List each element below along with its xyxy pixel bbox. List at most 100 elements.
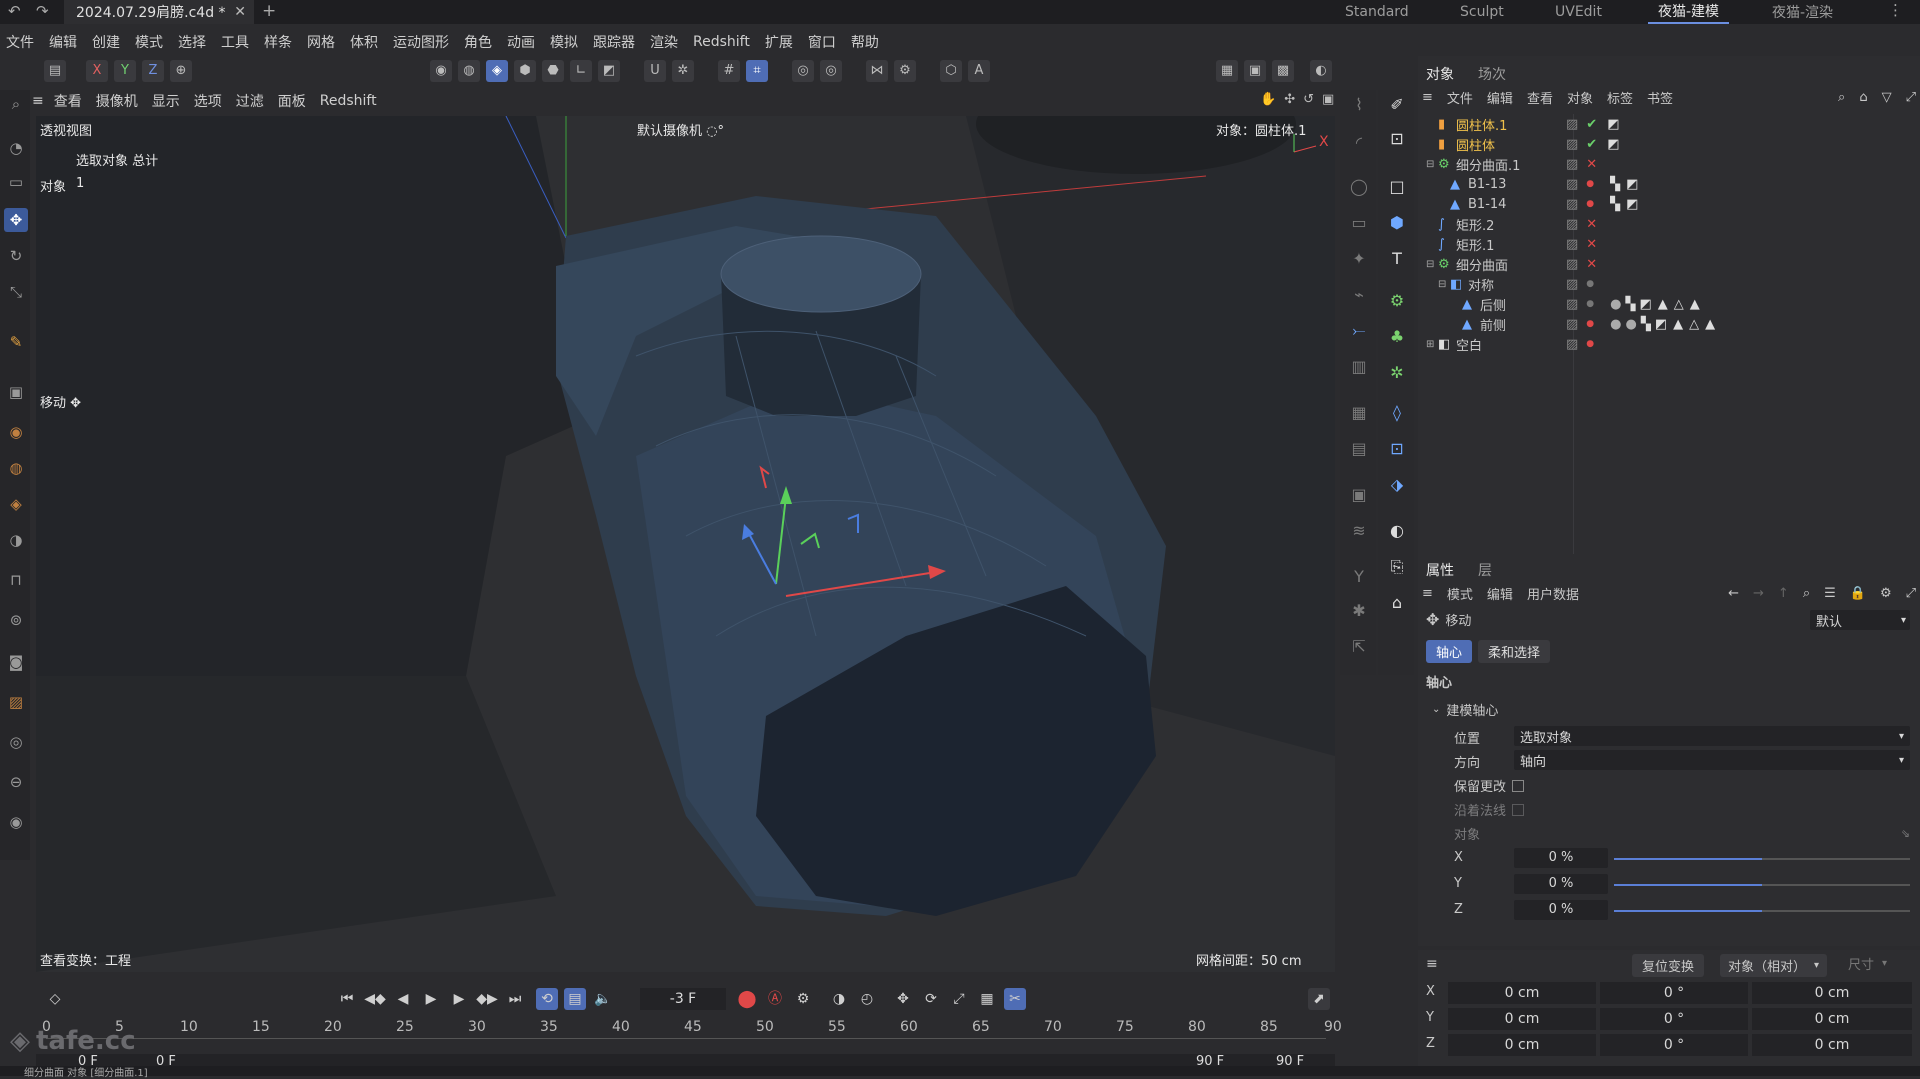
coord-menu-icon[interactable]: ≡ [1426,956,1438,972]
magnet-icon[interactable]: U [644,60,666,82]
prev-frame-icon[interactable]: ◀ [392,988,414,1010]
spline-arc-icon[interactable]: ◜ [1346,130,1372,156]
deformer-wave-icon[interactable]: ≋ [1346,518,1372,544]
viewport-menu-options[interactable]: 选项 [194,91,222,111]
subdivision-icon[interactable]: ⚙ [1384,288,1410,314]
object-menu-bookmarks[interactable]: 书签 [1647,88,1673,107]
layer-icon[interactable]: ▨ [1566,297,1578,312]
point-mode-icon[interactable]: ◍ [458,60,480,82]
object-expand-icon[interactable]: ⤢ [1906,90,1916,105]
menu-mograph[interactable]: 运动图形 [393,32,449,52]
layout-tab-standard[interactable]: Standard [1345,0,1409,24]
along-normal-checkbox[interactable] [1512,803,1525,816]
expand-icon[interactable]: ⊟ [1426,159,1438,170]
object-menu-hamburger-icon[interactable]: ≡ [1422,90,1433,105]
attr-settings-icon[interactable]: ⚙ [1880,586,1892,601]
disabled-x-icon[interactable]: ✕ [1586,257,1597,272]
visibility-dot-icon[interactable]: ● [1586,299,1594,309]
bridge-icon[interactable]: ⊓ [4,568,28,592]
attr-menu-mode[interactable]: 模式 [1447,584,1473,603]
weld-icon[interactable]: ◎ [4,730,28,754]
up-arrow-icon[interactable]: ↑ [1778,586,1789,601]
material-tag-icon[interactable]: ▚ [1610,197,1620,212]
axis-x-toggle[interactable]: X [86,60,108,82]
link-arrow-icon[interactable]: ⇘ [1901,827,1910,840]
spline-pen-icon[interactable]: ⌇ [1346,92,1372,118]
layer-icon[interactable]: ▨ [1566,237,1578,252]
view-settings-icon[interactable]: ◉ [4,810,28,834]
menu-file[interactable]: 文件 [6,32,34,52]
subtab-soft-selection[interactable]: 柔和选择 [1478,640,1551,663]
menu-character[interactable]: 角色 [464,32,492,52]
spline-grid-icon[interactable]: ▥ [1346,354,1372,380]
object-row[interactable]: ⊞ ◧ 空白 ▨ ● [1418,334,1920,354]
direction-dropdown[interactable]: 轴向 ▾ [1514,750,1910,770]
workplane-icon[interactable]: ∟ [570,60,592,82]
reset-transform-button[interactable]: 复位变换 [1632,954,1705,977]
deformer-taper-icon[interactable]: ▣ [1346,482,1372,508]
enabled-check-icon[interactable]: ✔ [1586,137,1597,152]
extrude-tool-icon[interactable]: ▣ [4,380,28,404]
layer-icon[interactable]: ▨ [1566,177,1578,192]
phong-tag-icon[interactable]: ◩ [1655,317,1667,332]
volume-icon[interactable]: ⊡ [1384,436,1410,462]
dolly-icon[interactable]: ✣ [1284,92,1295,107]
viewport-hamburger-icon[interactable]: ≡ [32,93,44,109]
effector-icon[interactable]: Y [1346,564,1372,590]
material-tag-icon[interactable]: ▚ [1641,317,1651,332]
cube-icon[interactable]: ⬢ [1384,210,1410,236]
menu-tracker[interactable]: 跟踪器 [593,32,635,52]
fill-icon[interactable]: ◙ [4,650,28,674]
render-settings-icon[interactable]: ◐ [1310,60,1332,82]
play-icon[interactable]: ▶ [420,988,442,1010]
camera-label[interactable]: 默认摄像机 ◌° [637,120,724,139]
tab-objects[interactable]: 对象 [1426,64,1454,84]
viewport-menu-panel[interactable]: 面板 [278,91,306,111]
move-tool-icon[interactable]: ✥ [4,208,28,232]
close-tab-icon[interactable]: ✕ [234,4,246,20]
attr-menu-userdata[interactable]: 用户数据 [1527,584,1579,603]
x-slider[interactable] [1614,858,1910,860]
keep-changes-checkbox[interactable] [1512,779,1525,792]
expand-icon[interactable]: ⊟ [1438,279,1450,290]
menu-render[interactable]: 渲染 [650,32,678,52]
scale-tool-icon[interactable]: ⤡ [4,280,28,304]
grid-snap-icon[interactable]: # [718,60,740,82]
attr-menu-edit[interactable]: 编辑 [1487,584,1513,603]
position-y-field[interactable]: 0 cm [1448,1008,1596,1030]
menu-redshift[interactable]: Redshift [693,34,750,50]
group-header[interactable]: ⌄ 建模轴心 [1432,700,1498,719]
loop-icon[interactable]: ⟲ [536,988,558,1010]
expand-icon[interactable]: ⊟ [1426,259,1438,270]
expand-icon[interactable]: ⊞ [1426,339,1438,350]
spline-circle-icon[interactable]: ◯ [1346,174,1372,200]
next-key-icon[interactable]: ◆▶ [476,988,498,1010]
layout-tab-modeling[interactable]: 夜猫-建模 [1648,0,1730,24]
tab-attributes[interactable]: 属性 [1426,560,1454,580]
search-icon[interactable]: ⌕ [4,92,28,116]
key-rotate-icon[interactable]: ⟳ [920,988,942,1010]
material-sphere-icon[interactable]: ● [1626,317,1637,332]
goto-start-icon[interactable]: ⏮ [336,988,358,1010]
viewport-menu-display[interactable]: 显示 [152,91,180,111]
subtab-pivot[interactable]: 轴心 [1426,640,1473,663]
orbit-icon[interactable]: ↺ [1303,92,1314,107]
tab-takes[interactable]: 场次 [1478,64,1506,84]
object-row[interactable]: ▮ 圆柱体.1 ▨ ✔ ◩ [1418,114,1920,134]
object-menu-tags[interactable]: 标签 [1607,88,1633,107]
object-row[interactable]: ⊟ ⚙ 细分曲面 ▨ ✕ [1418,254,1920,274]
model-mode-icon[interactable]: ◉ [430,60,452,82]
redo-icon[interactable]: ↷ [36,2,49,20]
edge-mode-icon[interactable]: ◈ [486,60,508,82]
mograph-icon[interactable]: ⬗ [1384,472,1410,498]
attr-lock-icon[interactable]: 🔒 [1850,586,1866,601]
rotation-y-field[interactable]: 0 ° [1600,1008,1748,1030]
axis-z-toggle[interactable]: Z [142,60,164,82]
tab-layers[interactable]: 层 [1478,560,1492,580]
size-x-field[interactable]: 0 cm [1752,982,1912,1004]
visibility-dot-icon[interactable]: ● [1586,339,1594,349]
material-tag-icon[interactable]: ▚ [1626,297,1636,312]
menu-tools[interactable]: 工具 [221,32,249,52]
next-frame-icon[interactable]: ▶ [448,988,470,1010]
quantize-icon[interactable]: ⌗ [746,60,768,82]
